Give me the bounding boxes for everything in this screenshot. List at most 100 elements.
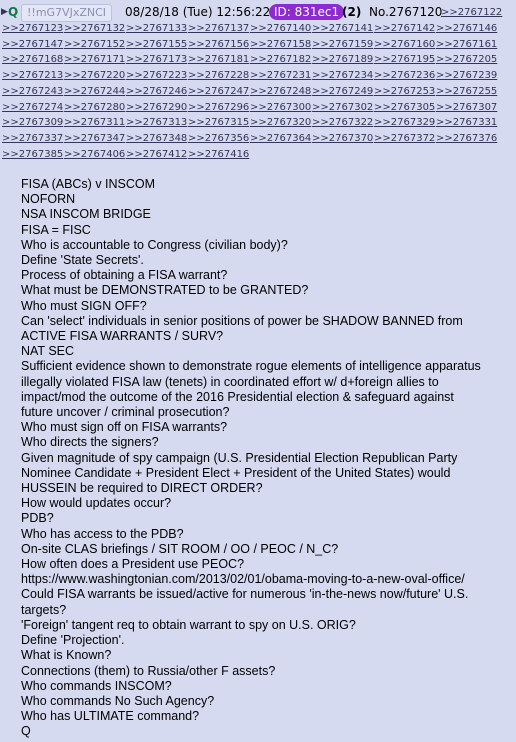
reply-link[interactable]: >>2767161 (436, 38, 497, 51)
reply-link[interactable]: >>2767142 (374, 22, 435, 35)
reply-link[interactable]: >>2767302 (312, 101, 373, 114)
post-number[interactable]: No.2767120 (369, 3, 442, 21)
post-body-line: Can 'select' individuals in senior posit… (21, 313, 463, 328)
reply-link[interactable]: >>2767307 (436, 101, 497, 114)
reply-link[interactable]: >>2767231 (250, 69, 311, 82)
reply-link[interactable]: >>2767189 (312, 53, 373, 66)
reply-link[interactable]: >>2767195 (374, 53, 435, 66)
reply-link[interactable]: >>2767348 (126, 132, 187, 145)
post-body-line: Who has access to the PDB? (21, 526, 184, 541)
reply-link[interactable]: >>2767213 (2, 69, 63, 82)
reply-link[interactable]: >>2767364 (250, 132, 311, 145)
reply-link[interactable]: >>2767376 (436, 132, 497, 145)
reply-link[interactable]: >>2767159 (312, 38, 373, 51)
reply-link[interactable]: >>2767347 (64, 132, 125, 145)
post-body-line: Who commands INSCOM? (21, 678, 172, 693)
reply-link[interactable]: >>2767311 (64, 116, 125, 129)
reply-link[interactable]: >>2767156 (188, 38, 249, 51)
reply-link[interactable]: >>2767147 (2, 38, 63, 51)
reply-link[interactable]: >>2767249 (312, 85, 373, 98)
reply-link[interactable]: >>2767315 (188, 116, 249, 129)
reply-link[interactable]: >>2767236 (374, 69, 435, 82)
reply-link[interactable]: >>2767331 (436, 116, 497, 129)
reply-link[interactable]: >>2767220 (64, 69, 125, 82)
reply-link[interactable]: >>2767322 (312, 116, 373, 129)
reply-link[interactable]: >>2767337 (2, 132, 63, 145)
reply-link[interactable]: >>2767141 (312, 22, 373, 35)
reply-link[interactable]: >>2767171 (64, 53, 125, 66)
reply-link[interactable]: >>2767140 (250, 22, 311, 35)
reply-link[interactable]: >>2767160 (374, 38, 435, 51)
reply-link[interactable]: >>2767370 (312, 132, 373, 145)
reply-link[interactable]: >>2767234 (312, 69, 373, 82)
post-body-line: What must be DEMONSTRATED to be GRANTED? (21, 283, 309, 298)
reply-link[interactable]: >>2767313 (126, 116, 187, 129)
post-body-line: NOFORN (21, 192, 76, 207)
post-body-line: FISA = FISC (21, 222, 91, 237)
reply-link[interactable]: >>2767248 (250, 85, 311, 98)
reply-link[interactable]: >>2767146 (436, 22, 497, 35)
post-body-line: NSA INSCOM BRIDGE (21, 207, 151, 222)
reply-link[interactable]: >>2767372 (374, 132, 435, 145)
reply-link[interactable]: >>2767132 (64, 22, 125, 35)
reply-link[interactable]: >>2767133 (126, 22, 187, 35)
reply-link[interactable]: >>2767255 (436, 85, 497, 98)
post-body-line: Process of obtaining a FISA warrant? (21, 268, 228, 283)
reply-link[interactable]: >>2767243 (2, 85, 63, 98)
reply-link[interactable]: >>2767329 (374, 116, 435, 129)
post-body-line: Given magnitude of spy campaign (U.S. Pr… (21, 450, 458, 465)
post-body-line: Nominee Candidate + President Elect + Pr… (21, 465, 451, 480)
reply-link[interactable]: >>2767296 (188, 101, 249, 114)
reply-link[interactable]: >>2767168 (2, 53, 63, 66)
reply-link[interactable]: >>2767152 (64, 38, 125, 51)
reply-link[interactable]: >>2767246 (126, 85, 187, 98)
reply-link[interactable]: >>2767290 (126, 101, 187, 114)
reply-link[interactable]: >>2767181 (188, 53, 249, 66)
post-menu-arrow-icon[interactable]: ▶ (1, 3, 8, 21)
post-body-line: future uncover / criminal prosecution? (21, 405, 230, 420)
reply-link[interactable]: >>2767300 (250, 101, 311, 114)
reply-link[interactable]: >>2767253 (374, 85, 435, 98)
reply-link[interactable]: >>2767247 (188, 85, 249, 98)
reply-link[interactable]: >>2767416 (188, 148, 249, 161)
reply-link[interactable]: >>2767406 (64, 148, 125, 161)
post-body-line: How would updates occur? (21, 496, 172, 511)
post-body-line: Who must SIGN OFF? (21, 298, 147, 313)
post-body-line: Define 'Projection'. (21, 633, 125, 648)
reply-link[interactable]: >>2767155 (126, 38, 187, 51)
reply-link[interactable]: >>2767385 (2, 148, 63, 161)
reply-link[interactable]: >>2767122 (441, 4, 502, 22)
reply-link[interactable]: >>2767205 (436, 53, 497, 66)
reply-link[interactable]: >>2767182 (250, 53, 311, 66)
reply-link[interactable]: >>2767137 (188, 22, 249, 35)
post-body-line: Who has ULTIMATE command? (21, 709, 200, 724)
post-body-line: Q (21, 724, 31, 739)
post-body-line: ACTIVE FISA WARRANTS / SURV? (21, 329, 224, 344)
reply-link[interactable]: >>2767412 (126, 148, 187, 161)
post-body-line: Define 'State Secrets'. (21, 253, 144, 268)
reply-link[interactable]: >>2767239 (436, 69, 497, 82)
poster-id-badge[interactable]: ID: 831ec1 (269, 4, 345, 20)
post-body-line: How often does a President use PEOC? (21, 557, 245, 572)
post-body-line: FISA (ABCs) v INSCOM (21, 177, 156, 191)
post-body-line: Could FISA warrants be issued/active for… (21, 587, 469, 602)
reply-link[interactable]: >>2767309 (2, 116, 63, 129)
post-body-line: NAT SEC (21, 344, 75, 359)
reply-link[interactable]: >>2767158 (250, 38, 311, 51)
post-body-line: Sufficient evidence shown to demonstrate… (21, 359, 481, 374)
reply-link[interactable]: >>2767123 (2, 22, 63, 35)
reply-link[interactable]: >>2767223 (126, 69, 187, 82)
post-body-line: What is Known? (21, 648, 112, 663)
reply-link[interactable]: >>2767356 (188, 132, 249, 145)
reply-link[interactable]: >>2767305 (374, 101, 435, 114)
post-body-line: targets? (21, 602, 67, 617)
post-body: FISA (ABCs) v INSCOM NOFORN NSA INSCOM BRI… (21, 177, 511, 740)
reply-link[interactable]: >>2767280 (64, 101, 125, 114)
reply-link[interactable]: >>2767320 (250, 116, 311, 129)
reply-link[interactable]: >>2767228 (188, 69, 249, 82)
post-body-line: 'Foreign' tangent req to obtain warrant … (21, 617, 356, 632)
reply-link[interactable]: >>2767173 (126, 53, 187, 66)
post-body-line: PDB? (21, 511, 54, 526)
reply-link[interactable]: >>2767244 (64, 85, 125, 98)
reply-link[interactable]: >>2767274 (2, 101, 63, 114)
